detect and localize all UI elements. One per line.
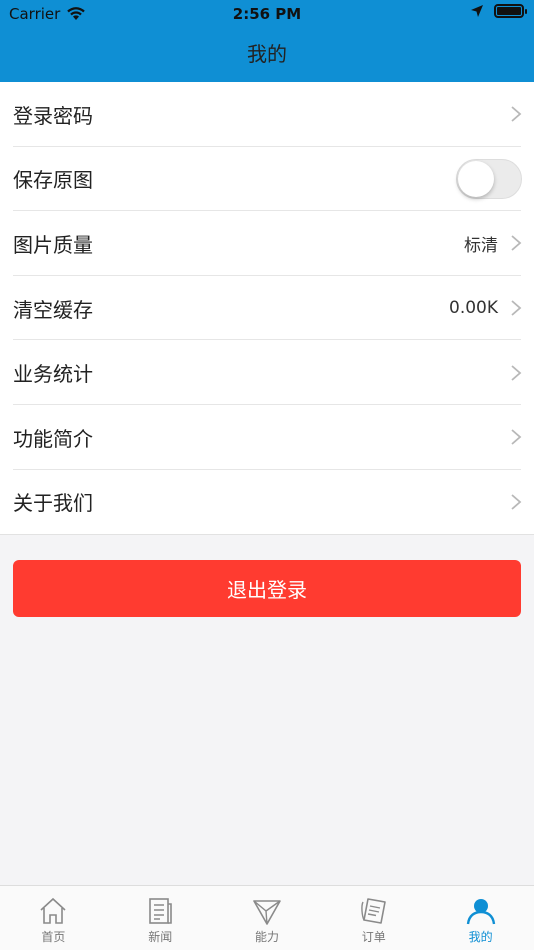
tab-label: 能力 [254, 930, 279, 944]
settings-row-label: 关于我们 [13, 491, 93, 516]
location-arrow-icon [471, 5, 483, 17]
tab-news[interactable]: 新闻 [107, 886, 214, 950]
chevron-right-icon [511, 429, 522, 445]
settings-row-label: 保存原图 [13, 168, 93, 193]
tab-label: 我的 [468, 930, 493, 944]
tab-label: 新闻 [148, 930, 173, 944]
user-icon [466, 899, 495, 925]
status-bar: Carrier 2:56 PM [0, 0, 534, 28]
chevron-right-icon [511, 106, 522, 122]
tab-label: 订单 [361, 930, 386, 944]
settings-row-label: 图片质量 [13, 232, 93, 257]
page-title: 我的 [247, 42, 287, 66]
tab-orders[interactable]: 订单 [320, 886, 427, 950]
news-icon [149, 898, 172, 924]
chevron-right-icon [511, 235, 522, 252]
battery-icon [494, 4, 527, 18]
status-time: 2:56 PM [232, 5, 302, 23]
tab-label: 首页 [41, 930, 66, 944]
chevron-right-icon [511, 494, 522, 510]
settings-row-label: 业务统计 [13, 362, 93, 387]
toggle-knob [458, 160, 494, 197]
save-original-toggle[interactable] [456, 158, 522, 199]
settings-row-clear-cache[interactable]: 清空缓存 0.00K [0, 276, 534, 341]
tab-mine[interactable]: 我的 [427, 886, 534, 950]
order-icon [360, 898, 386, 924]
settings-list: 登录密码 保存原图 图片质量 标清 清空缓存 0.00K 业务统计 功能简介 关… [0, 82, 534, 536]
tab-ability[interactable]: 能力 [214, 886, 321, 950]
status-right [470, 4, 527, 18]
logout-button[interactable]: 退出登录 [13, 560, 521, 617]
settings-row-image-quality[interactable]: 图片质量 标清 [0, 211, 534, 276]
settings-row-business-stats[interactable]: 业务统计 [0, 340, 534, 405]
chevron-right-icon [511, 364, 522, 381]
settings-row-label: 功能简介 [13, 426, 93, 451]
settings-row-label: 登录密码 [13, 103, 93, 128]
top-bar: Carrier 2:56 PM 我的 [0, 0, 534, 82]
chevron-right-icon [511, 300, 522, 316]
settings-row-feature-intro[interactable]: 功能简介 [0, 405, 534, 470]
cache-size-value: 0.00K [449, 298, 498, 319]
settings-row-save-original: 保存原图 [0, 147, 534, 212]
paper-plane-icon [253, 900, 281, 925]
settings-row-login-password[interactable]: 登录密码 [0, 82, 534, 147]
settings-row-about-us[interactable]: 关于我们 [0, 470, 534, 535]
tab-bar: 首页 新闻 能力 订单 我的 [0, 885, 534, 950]
settings-row-label: 清空缓存 [13, 297, 93, 322]
home-icon [40, 897, 66, 924]
tab-home[interactable]: 首页 [0, 886, 107, 950]
image-quality-value: 标清 [464, 235, 498, 256]
